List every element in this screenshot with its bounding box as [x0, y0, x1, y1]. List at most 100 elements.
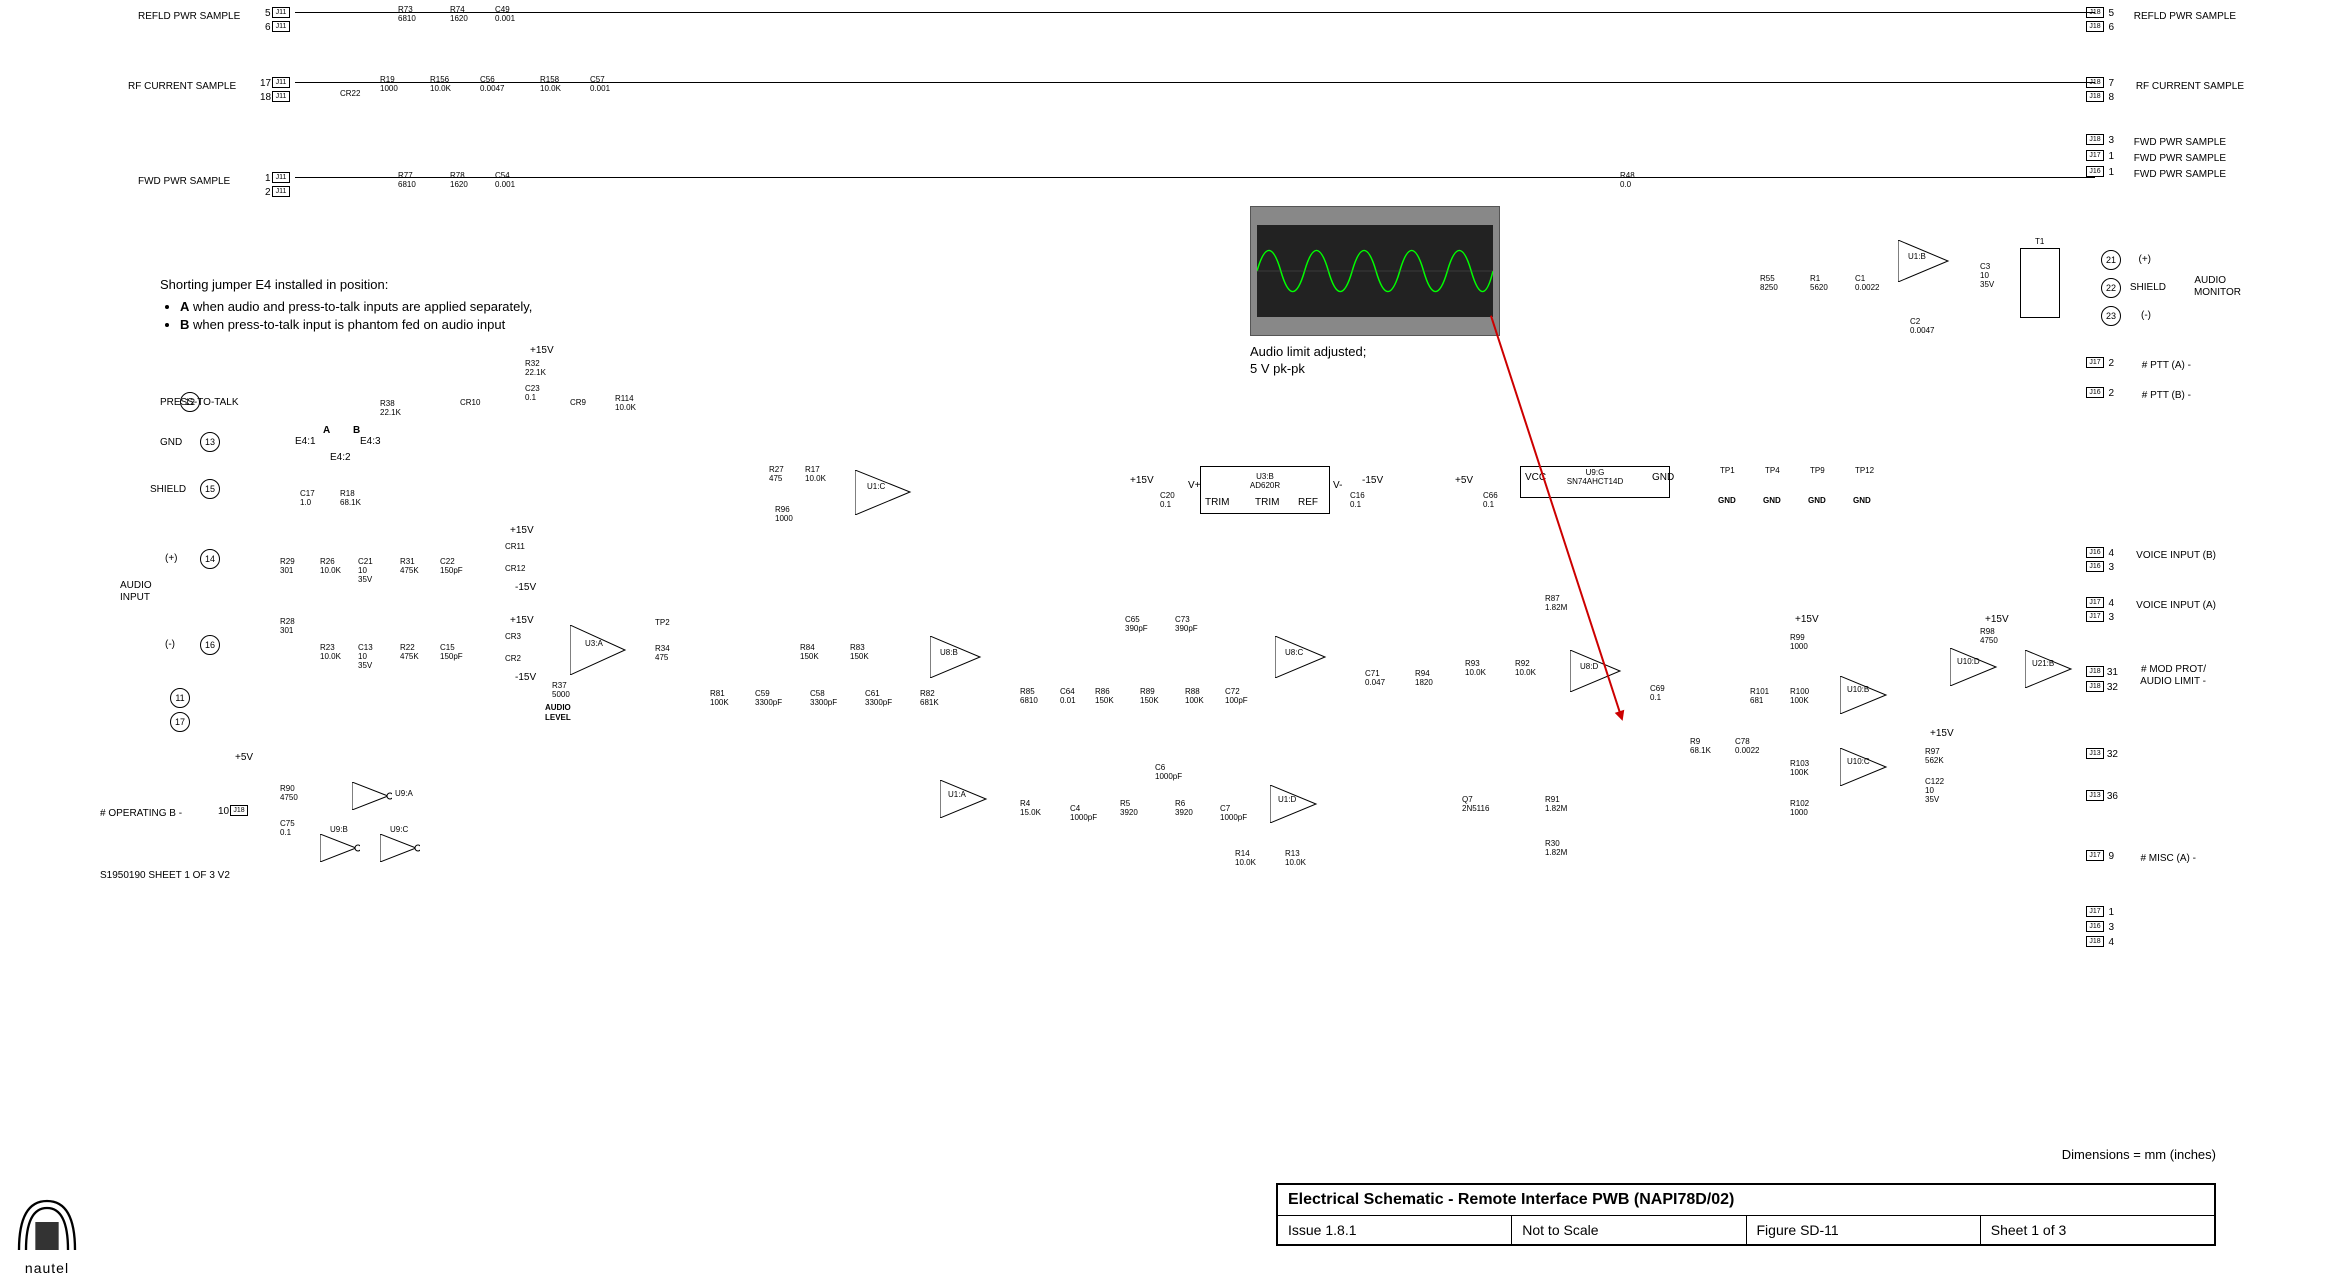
comp-r103: R103100K: [1790, 760, 1809, 778]
comp-c16: C160.1: [1350, 492, 1365, 510]
tp-gnd1: GND: [1718, 496, 1736, 505]
comp-r92: R9210.0K: [1515, 660, 1536, 678]
opamp-u3a: [570, 625, 630, 675]
conn-j18-4: J18: [2086, 936, 2104, 947]
jumper-a-text: when audio and press-to-talk inputs are …: [189, 299, 532, 314]
u10-p15: +15V: [1795, 614, 1819, 625]
comp-r18: R1868.1K: [340, 490, 361, 508]
opamp-u10b: [1840, 676, 1890, 714]
conn-j11-1: J11: [272, 172, 290, 183]
ic-u9a: U9:A: [395, 790, 413, 799]
comp-r55: R558250: [1760, 275, 1778, 293]
terminal-15: 15: [200, 479, 220, 499]
pin-r3d: 3: [2108, 922, 2114, 933]
comp-r158: R15810.0K: [540, 76, 561, 94]
terminal-12: 12: [180, 392, 200, 412]
comp-c66: C660.1: [1483, 492, 1498, 510]
opamp-u21b: [2025, 650, 2075, 688]
comp-r83: R83150K: [850, 644, 869, 662]
comp-r87: R871.82M: [1545, 595, 1567, 613]
comp-r28: R28301: [280, 618, 295, 636]
pin-6: 6: [265, 22, 271, 33]
comp-r102: R1021000: [1790, 800, 1809, 818]
comp-c54: C540.001: [495, 172, 515, 190]
tp-tp2: TP2: [655, 618, 670, 627]
label-e4b: B: [353, 425, 360, 436]
conn-j11-6: J11: [272, 21, 290, 32]
comp-r37: R375000: [552, 682, 570, 700]
scope-caption-l1: Audio limit adjusted;: [1250, 344, 1366, 361]
conn-j16-3: J16: [2086, 921, 2104, 932]
audio-level-label-1: AUDIO: [545, 704, 571, 713]
comp-cr12: CR12: [505, 565, 525, 574]
comp-c65: C65390pF: [1125, 616, 1148, 634]
comp-c61: C613300pF: [865, 690, 892, 708]
title-figure: Figure SD-11: [1747, 1216, 1981, 1244]
comp-c2: C20.0047: [1910, 318, 1934, 336]
ic-u3a: U3:A: [585, 640, 603, 649]
scope-caption-l2: 5 V pk-pk: [1250, 361, 1366, 378]
logo-nautel: nautel: [12, 1187, 82, 1276]
conn-j11-5: J11: [272, 7, 290, 18]
signal-rf-current-right: RF CURRENT SAMPLE: [2136, 81, 2244, 92]
comp-c1: C10.0022: [1855, 275, 1879, 293]
signal-refld-pwr-left: REFLD PWR SAMPLE: [138, 11, 240, 22]
comp-r19: R191000: [380, 76, 398, 94]
title-text: Electrical Schematic - Remote Interface …: [1278, 1185, 2214, 1216]
trafo-t1: [2020, 248, 2060, 318]
u3b-vplus: V+: [1188, 480, 1201, 491]
conn-j16-vb2: J16: [2086, 561, 2104, 572]
ic-u10d: U10:D: [1957, 658, 1980, 667]
signal-plus-r: (+): [2139, 254, 2152, 265]
comp-c22: C22150pF: [440, 558, 463, 576]
pin-r1b: 1: [2108, 167, 2114, 178]
u3b-trim1: TRIM: [1205, 497, 1229, 508]
conn-j17-ptta: J17: [2086, 357, 2104, 368]
jumper-b-text: when press-to-talk input is phantom fed …: [189, 317, 505, 332]
conn-j13-36: J13: [2086, 790, 2104, 801]
u3b-neg15: -15V: [515, 672, 536, 683]
comp-r17: R1710.0K: [805, 466, 826, 484]
comp-r34: R34475: [655, 645, 670, 663]
conn-j16-r1: J16: [2086, 166, 2104, 177]
conn-j17-1: J17: [2086, 906, 2104, 917]
signal-plus: (+): [165, 553, 178, 564]
u3-neg15: -15V: [515, 582, 536, 593]
pin-r6: 6: [2108, 22, 2114, 33]
comp-c13: C1310 35V: [358, 644, 373, 670]
comp-r98: R984750: [1980, 628, 1998, 646]
comp-r88: R88100K: [1185, 688, 1204, 706]
comp-r77: R776810: [398, 172, 416, 190]
signal-shield: SHIELD: [150, 484, 186, 495]
pin-r1c: 1: [2108, 907, 2114, 918]
ic-u1b: U1:B: [1908, 253, 1926, 262]
comp-c75: C750.1: [280, 820, 295, 838]
pin-r3: 3: [2108, 135, 2114, 146]
comp-cr2: CR2: [505, 655, 521, 664]
u3b-ref: REF: [1298, 497, 1318, 508]
pin-r36: 36: [2107, 791, 2118, 802]
ic-u21b: U21:B: [2032, 660, 2054, 669]
comp-r82: R82681K: [920, 690, 939, 708]
conn-j11-17: J11: [272, 77, 290, 88]
pin-r4c: 4: [2108, 598, 2114, 609]
pin-r3c: 3: [2108, 612, 2114, 623]
signal-misc-a: # MISC (A) -: [2140, 853, 2196, 864]
comp-c58: C583300pF: [810, 690, 837, 708]
comp-r6: R63920: [1175, 800, 1193, 818]
conn-j17-va: J17: [2086, 597, 2104, 608]
conn-j18-r8: J18: [2086, 91, 2104, 102]
comp-r156: R15610.0K: [430, 76, 451, 94]
u21-p15: +15V: [1985, 614, 2009, 625]
comp-r5: R53920: [1120, 800, 1138, 818]
comp-c69: C690.1: [1650, 685, 1665, 703]
comp-c73: C73390pF: [1175, 616, 1198, 634]
signal-voice-b: VOICE INPUT (B): [2136, 550, 2216, 561]
signal-audio-mon-2: MONITOR: [2194, 287, 2241, 298]
comp-c49: C490.001: [495, 6, 515, 24]
comp-r4: R415.0K: [1020, 800, 1041, 818]
signal-minus-r: (-): [2141, 310, 2151, 321]
comp-r48: R480.0: [1620, 172, 1635, 190]
ic-u8b: U8:B: [940, 649, 958, 658]
comp-r93: R9310.0K: [1465, 660, 1486, 678]
